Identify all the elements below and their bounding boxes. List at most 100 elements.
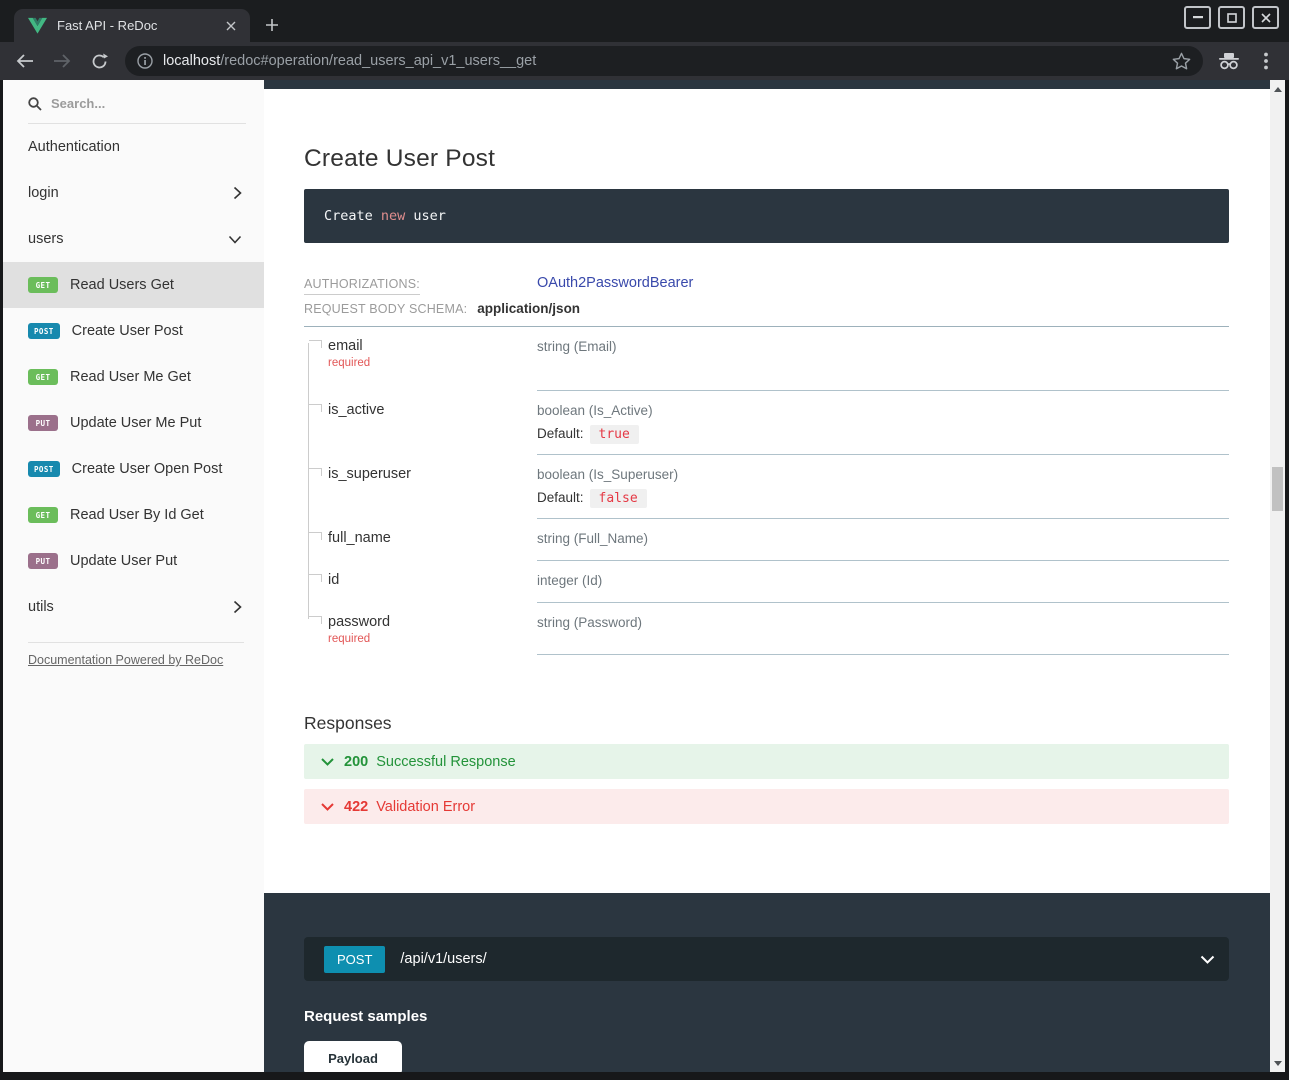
close-window-button[interactable] xyxy=(1252,6,1279,29)
method-badge-post: POST xyxy=(28,461,60,477)
default-value: true xyxy=(590,425,639,444)
operation-description-code: Create new user xyxy=(304,189,1229,243)
search-input[interactable] xyxy=(51,96,201,111)
code-keyword: new xyxy=(381,208,405,224)
browser-tab[interactable]: Fast API - ReDoc xyxy=(14,9,250,42)
field-name: password xyxy=(328,614,527,630)
request-body-mime: application/json xyxy=(477,301,580,316)
chevron-right-icon xyxy=(233,186,242,200)
chevron-right-icon xyxy=(233,600,242,614)
sidebar-group-users[interactable]: users xyxy=(3,216,264,262)
field-row-password: password required string (Password) xyxy=(304,603,1229,655)
response-422-row[interactable]: 422 Validation Error xyxy=(304,789,1229,824)
sidebar-op-read-user-by-id-get[interactable]: GET Read User By Id Get xyxy=(3,492,264,538)
required-flag: required xyxy=(328,633,527,645)
search-section xyxy=(3,80,264,124)
payload-tab[interactable]: Payload xyxy=(304,1041,402,1072)
default-value: false xyxy=(590,489,647,508)
back-button[interactable] xyxy=(14,50,36,72)
field-name: is_active xyxy=(328,402,527,418)
field-default: Default:false xyxy=(537,490,1229,506)
request-samples-title: Request samples xyxy=(304,1008,1229,1025)
menu-kebab-icon[interactable] xyxy=(1255,50,1277,72)
new-tab-button[interactable] xyxy=(258,11,286,39)
bookmark-star-icon[interactable] xyxy=(1172,52,1191,70)
page-scrollbar[interactable] xyxy=(1270,80,1285,1072)
minimize-button[interactable] xyxy=(1184,6,1211,29)
field-type: boolean (Is_Superuser) xyxy=(537,467,678,482)
url-host: localhost xyxy=(163,53,220,69)
sidebar-group-utils[interactable]: utils xyxy=(3,584,264,630)
method-badge-get: GET xyxy=(28,369,58,385)
response-code: 200 xyxy=(344,754,368,770)
url-bar[interactable]: localhost/redoc#operation/read_users_api… xyxy=(125,46,1203,76)
tab-close-icon[interactable] xyxy=(222,17,240,35)
chevron-down-icon xyxy=(321,803,334,811)
oauth2-link[interactable]: OAuth2PasswordBearer xyxy=(537,275,693,291)
field-name: email xyxy=(328,338,527,354)
scrollbar-thumb[interactable] xyxy=(1272,467,1283,511)
field-row-email: email required string (Email) xyxy=(304,327,1229,391)
field-type: integer (Id) xyxy=(537,573,602,588)
reload-button[interactable] xyxy=(88,50,110,72)
field-row-full-name: full_name string (Full_Name) xyxy=(304,519,1229,561)
method-badge-get: GET xyxy=(28,507,58,523)
operation-doc: Create User Post Create new user AUTHORI… xyxy=(264,89,1270,893)
schema-fields: email required string (Email) is_active … xyxy=(304,327,1229,655)
sidebar-op-update-user-put[interactable]: PUT Update User Put xyxy=(3,538,264,584)
required-flag: required xyxy=(328,357,527,369)
response-label: Successful Response xyxy=(376,754,515,770)
authorizations-row: AUTHORIZATIONS: OAuth2PasswordBearer xyxy=(304,275,1229,295)
field-name: is_superuser xyxy=(328,466,527,482)
method-badge-put: PUT xyxy=(28,553,58,569)
sidebar-group-login[interactable]: login xyxy=(3,170,264,216)
post-method-badge: POST xyxy=(324,946,385,973)
field-default: Default:true xyxy=(537,426,1229,442)
site-info-icon[interactable] xyxy=(137,53,153,69)
response-label: Validation Error xyxy=(376,799,475,815)
field-name: id xyxy=(328,572,527,588)
main-content: Create User Post Create new user AUTHORI… xyxy=(264,80,1270,1072)
field-row-is-active: is_active boolean (Is_Active) Default:tr… xyxy=(304,391,1229,455)
authorizations-label: AUTHORIZATIONS: xyxy=(304,277,420,295)
field-type: string (Email) xyxy=(537,339,617,354)
redoc-app: Authentication login users GET Read User… xyxy=(0,80,1289,1080)
tab-title: Fast API - ReDoc xyxy=(57,18,222,33)
url-text[interactable]: localhost/redoc#operation/read_users_api… xyxy=(163,53,1162,69)
browser-window: Fast API - ReDoc xyxy=(0,0,1289,1080)
browser-toolbar: localhost/redoc#operation/read_users_api… xyxy=(0,42,1289,80)
sidebar-op-update-user-me-put[interactable]: PUT Update User Me Put xyxy=(3,400,264,446)
request-body-label: REQUEST BODY SCHEMA: xyxy=(304,302,467,316)
scroll-down-arrow[interactable] xyxy=(1270,1056,1285,1070)
sidebar-op-create-user-open-post[interactable]: POST Create User Open Post xyxy=(3,446,264,492)
field-row-id: id integer (Id) xyxy=(304,561,1229,603)
request-console-panel: POST /api/v1/users/ Request samples Payl… xyxy=(264,893,1270,1072)
chevron-down-icon xyxy=(1200,955,1215,964)
url-path: /redoc#operation/read_users_api_v1_users… xyxy=(220,53,536,69)
sidebar-op-create-user-post[interactable]: POST Create User Post xyxy=(3,308,264,354)
endpoint-path: /api/v1/users/ xyxy=(400,951,1200,967)
redoc-credit-link[interactable]: Documentation Powered by ReDoc xyxy=(28,653,223,667)
scroll-up-arrow[interactable] xyxy=(1270,82,1285,96)
method-badge-post: POST xyxy=(28,323,60,339)
endpoint-dropdown[interactable]: POST /api/v1/users/ xyxy=(304,937,1229,981)
incognito-icon xyxy=(1218,50,1240,72)
sidebar-op-read-users-get[interactable]: GET Read Users Get xyxy=(3,262,264,308)
field-row-is-superuser: is_superuser boolean (Is_Superuser) Defa… xyxy=(304,455,1229,519)
field-name: full_name xyxy=(328,530,527,546)
maximize-button[interactable] xyxy=(1218,6,1245,29)
response-code: 422 xyxy=(344,799,368,815)
responses-title: Responses xyxy=(304,713,1229,734)
window-controls xyxy=(1184,6,1279,29)
response-200-row[interactable]: 200 Successful Response xyxy=(304,744,1229,779)
sidebar: Authentication login users GET Read User… xyxy=(3,80,264,1072)
request-body-row: REQUEST BODY SCHEMA: application/json xyxy=(304,301,1229,327)
chevron-down-icon xyxy=(321,758,334,766)
titlebar: Fast API - ReDoc xyxy=(0,0,1289,42)
method-badge-get: GET xyxy=(28,277,58,293)
previous-panel-edge xyxy=(264,80,1270,89)
sidebar-op-read-user-me-get[interactable]: GET Read User Me Get xyxy=(3,354,264,400)
sidebar-item-authentication[interactable]: Authentication xyxy=(3,124,264,170)
forward-button[interactable] xyxy=(51,50,73,72)
vue-favicon-icon xyxy=(28,17,47,34)
